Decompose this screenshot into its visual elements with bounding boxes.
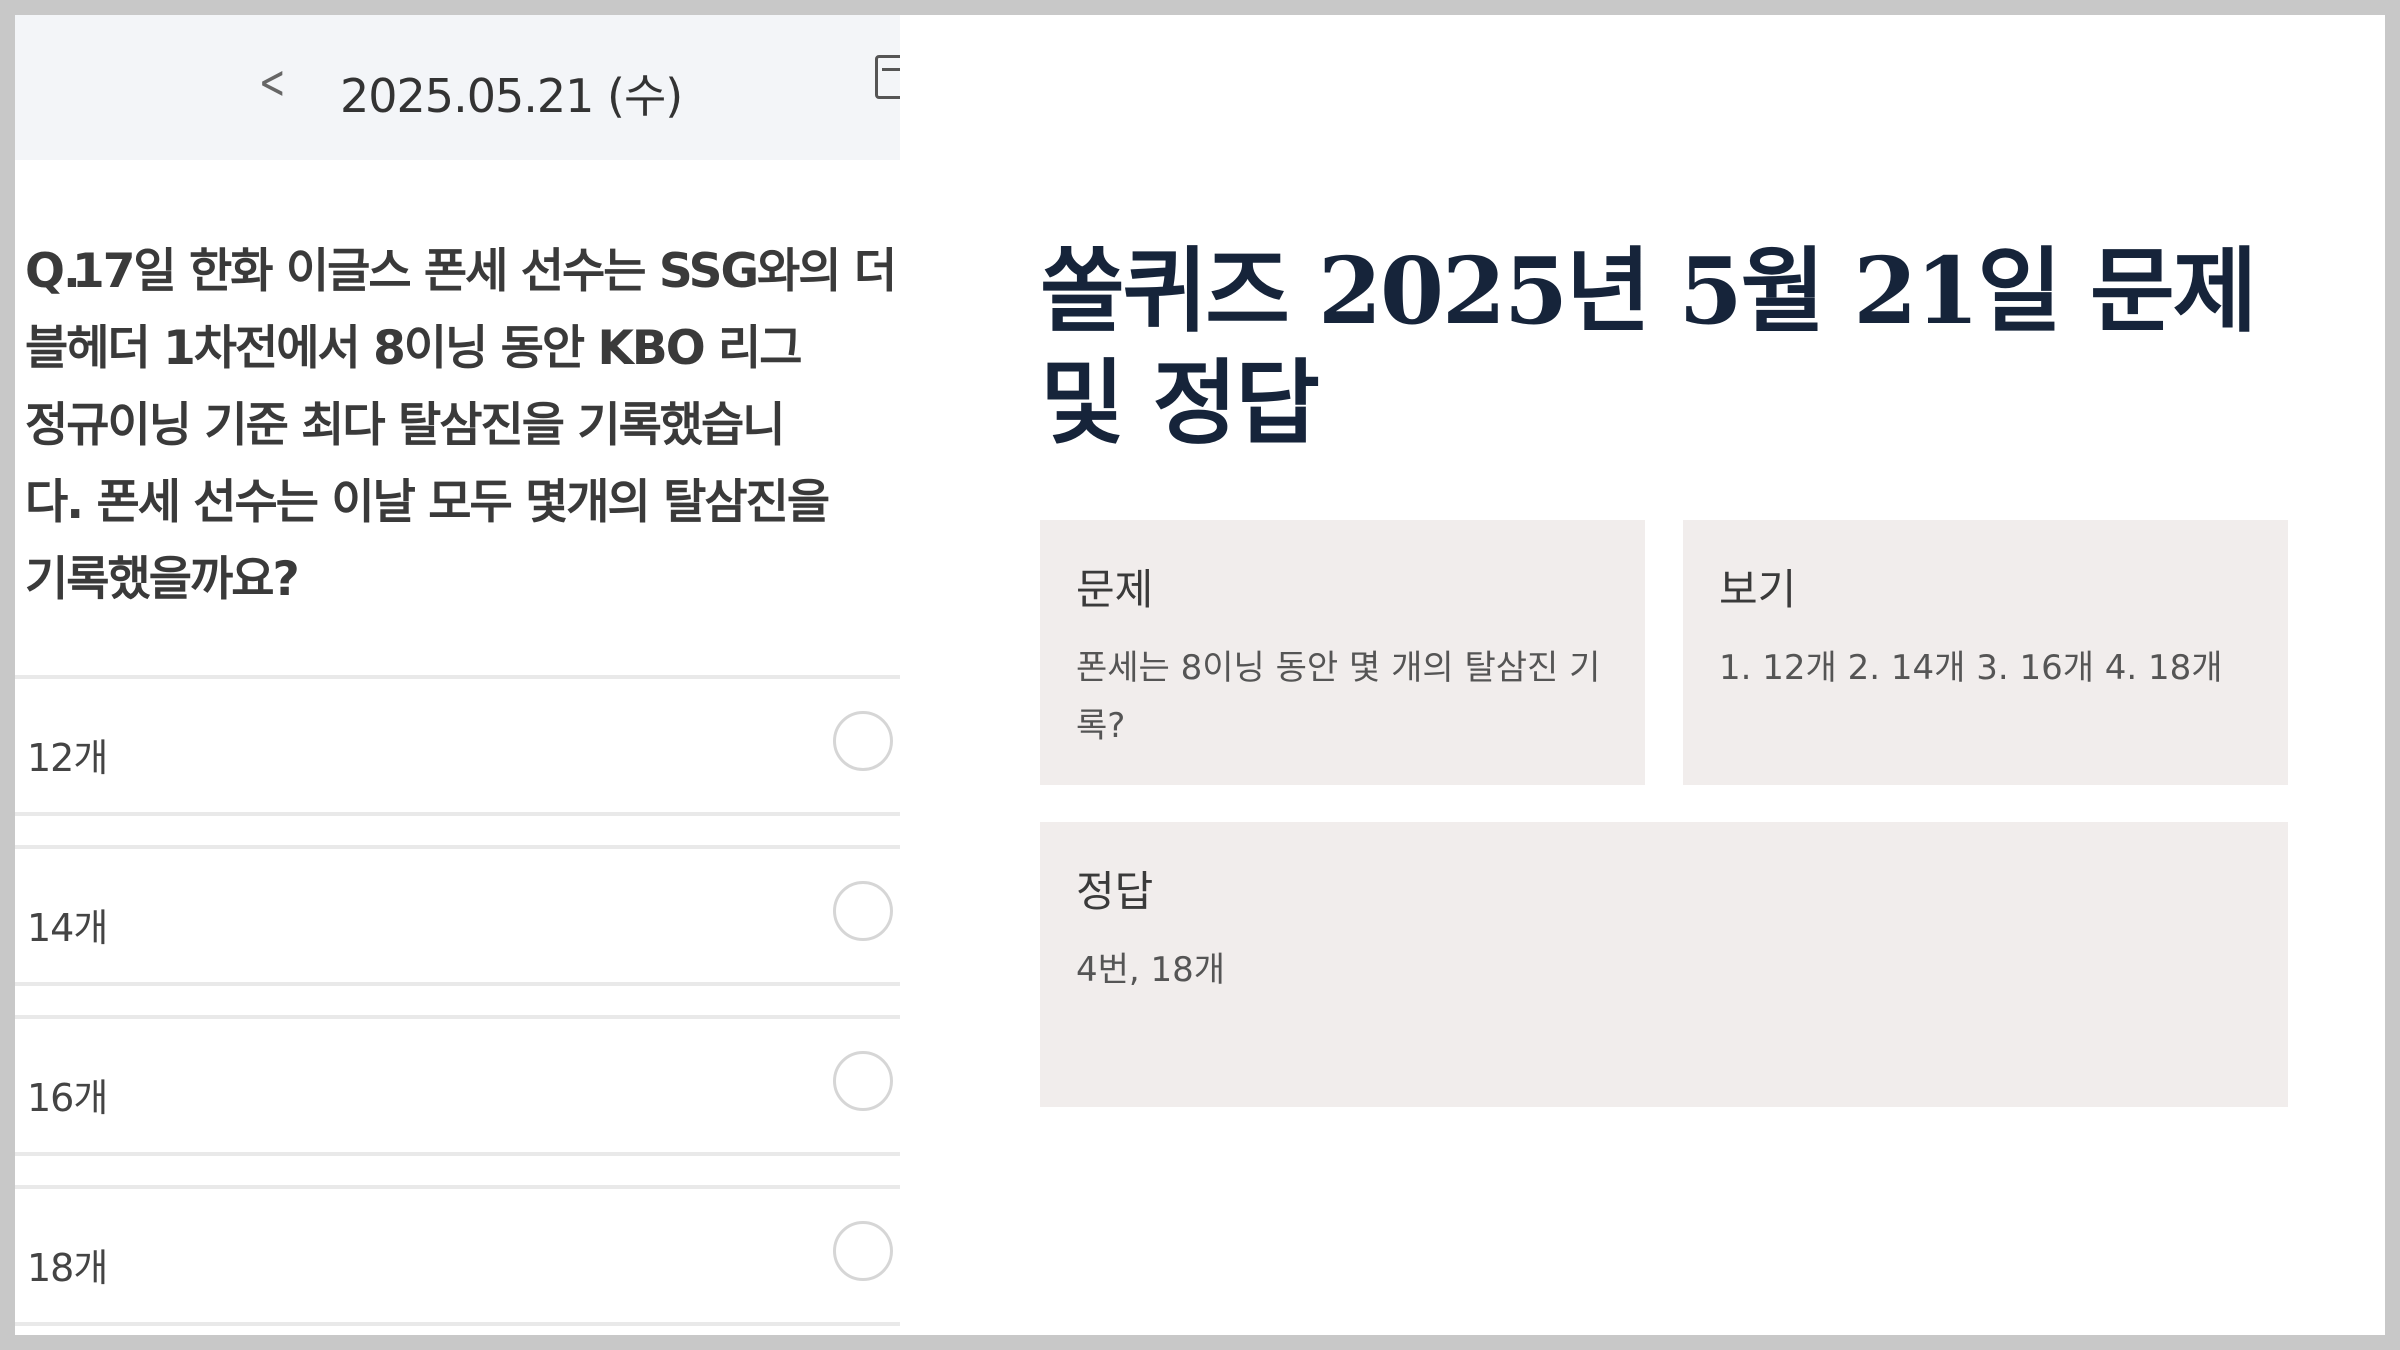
quiz-option-3[interactable]: 16개 — [15, 1015, 900, 1156]
problem-body: 폰세는 8이닝 동안 몇 개의 탈삼진 기록? — [1076, 648, 1601, 746]
problem-heading: 문제 — [1076, 565, 1154, 614]
problem-card: 문제 폰세는 8이닝 동안 몇 개의 탈삼진 기록? — [1040, 520, 1645, 785]
choices-body: 1. 12개 2. 14개 3. 16개 4. 18개 — [1719, 648, 2223, 688]
radio-button-icon[interactable] — [833, 1221, 893, 1281]
answer-body: 4번, 18개 — [1076, 950, 1226, 990]
quiz-date-header: < 2025.05.21 (수) — [15, 15, 900, 160]
quiz-option-2[interactable]: 14개 — [15, 845, 900, 986]
radio-button-icon[interactable] — [833, 711, 893, 771]
radio-button-icon[interactable] — [833, 881, 893, 941]
page-frame: < 2025.05.21 (수) Q.17일 한화 이글스 폰세 선수는 SSG… — [15, 15, 2385, 1335]
option-label: 16개 — [27, 1076, 108, 1120]
choices-heading: 보기 — [1719, 565, 1797, 614]
option-label: 18개 — [27, 1246, 108, 1290]
quiz-question: Q.17일 한화 이글스 폰세 선수는 SSG와의 더 블헤더 1차전에서 8이… — [25, 233, 900, 618]
article-panel: 쏠퀴즈 2025년 5월 21일 문제 및 정답 문제 폰세는 8이닝 동안 몇… — [900, 15, 2385, 1335]
question-text: 17일 한화 이글스 폰세 선수는 SSG와의 더 블헤더 1차전에서 8이닝 … — [25, 244, 897, 607]
calendar-icon[interactable] — [875, 55, 900, 99]
radio-button-icon[interactable] — [833, 1051, 893, 1111]
question-prefix: Q. — [25, 244, 81, 299]
answer-heading: 정답 — [1076, 867, 1154, 916]
quiz-date: 2025.05.21 (수) — [340, 69, 683, 123]
choices-card: 보기 1. 12개 2. 14개 3. 16개 4. 18개 — [1683, 520, 2288, 785]
quiz-option-1[interactable]: 12개 — [15, 675, 900, 816]
quiz-app-screenshot: < 2025.05.21 (수) Q.17일 한화 이글스 폰세 선수는 SSG… — [15, 15, 900, 1335]
answer-card: 정답 4번, 18개 — [1040, 822, 2288, 1107]
option-label: 12개 — [27, 736, 108, 780]
quiz-option-4[interactable]: 18개 — [15, 1185, 900, 1326]
chevron-left-icon[interactable]: < — [259, 55, 286, 109]
article-title: 쏠퀴즈 2025년 5월 21일 문제 및 정답 — [1040, 237, 2257, 457]
option-label: 14개 — [27, 906, 108, 950]
